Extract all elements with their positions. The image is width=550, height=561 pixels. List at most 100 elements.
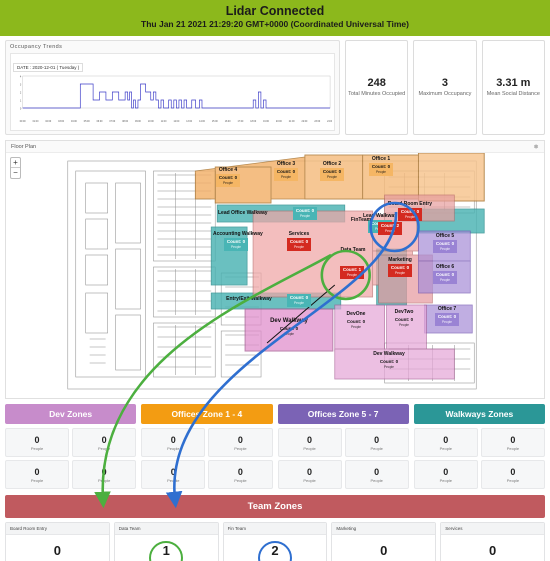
kpi-value: 3 [441, 77, 449, 89]
kpi-mean-social-distance: 3.31 m Mean Social Distance [481, 40, 545, 135]
svg-text:04:00: 04:00 [71, 120, 77, 123]
zone-group-offices-5-7: Offices Zone 5 - 7 0 People 0 People 0 P… [277, 404, 409, 489]
header-timestamp: Thu Jan 21 2021 21:29:20 GMT+0000 (Coord… [141, 19, 409, 29]
occupancy-chart: 0 1 2 3 4 [13, 74, 332, 112]
zone-group-title[interactable]: Walkways Zones [413, 404, 545, 424]
occupancy-chart-svg: 0 1 2 3 4 [20, 74, 331, 110]
zone-count-cell: 0 People [141, 460, 206, 489]
zone-group-title[interactable]: Offices Zone 5 - 7 [277, 404, 409, 424]
team-card-body: 0 People [441, 535, 544, 561]
team-card-body: 1 People [115, 535, 218, 561]
occupancy-trends-card: Occupancy Trends DATE : 2020-12-01 ( Tue… [5, 40, 340, 135]
svg-text:22:00: 22:00 [302, 120, 308, 123]
finteam-highlight-circle [369, 201, 420, 253]
team-zones-title: Team Zones [5, 495, 545, 518]
svg-text:02:00: 02:00 [45, 120, 51, 123]
zone-count-cell: 0 People [413, 460, 478, 489]
team-card-data-team: Data Team 1 People 3 minutes ago [113, 522, 219, 561]
zone-count-cell: 0 People [277, 460, 342, 489]
svg-text:08:00: 08:00 [122, 120, 128, 123]
zone-count-cell: 0 People [344, 460, 409, 489]
zone-group-walkways: Walkways Zones 0 People 0 People 0 Peopl… [413, 404, 545, 489]
chart-date-label: DATE : 2020-12-01 ( Tuesday ) [13, 63, 84, 72]
chart-x-axis: 00:00 01:00 02:00 03:00 04:00 05:00 06:00 07:00… [20, 120, 334, 123]
kpi-cards: 248 Total Minutes Occupied 3 Maximum Occ… [345, 40, 545, 135]
team-card-value: 0 [53, 543, 62, 558]
occupancy-trends-title: Occupancy Trends [10, 44, 63, 50]
page-title: Lidar Connected [225, 4, 325, 18]
floor-plan-header: Floor Plan [6, 141, 544, 153]
svg-text:00:00: 00:00 [20, 120, 26, 123]
svg-text:11:00: 11:00 [161, 120, 167, 123]
svg-text:16:00: 16:00 [225, 120, 231, 123]
svg-text:18:00: 18:00 [250, 120, 256, 123]
zone-group-cells: 0 People 0 People 0 People 0 People [277, 428, 409, 489]
zone-group-dev-zones: Dev Zones 0 People 0 People 0 People 0 P… [5, 404, 137, 489]
svg-text:20:00: 20:00 [276, 120, 282, 123]
zone-count-cell: 0 People [72, 460, 137, 489]
zone-count-cell: 0 People [344, 428, 409, 457]
zone-groups: Dev Zones 0 People 0 People 0 People 0 P… [0, 399, 550, 489]
svg-text:13:00: 13:00 [186, 120, 192, 123]
zone-count-cell: 0 People [141, 428, 206, 457]
zone-count-cell: 0 People [480, 460, 545, 489]
svg-text:01:00: 01:00 [33, 120, 39, 123]
svg-text:3: 3 [20, 82, 22, 86]
zone-group-cells: 0 People 0 People 0 People 0 People [5, 428, 137, 489]
zone-group-cells: 0 People 0 People 0 People 0 People [413, 428, 545, 489]
svg-text:17:00: 17:00 [238, 120, 244, 123]
zone-group-title[interactable]: Dev Zones [5, 404, 137, 424]
svg-text:2: 2 [20, 90, 22, 94]
team-card-fin-team: Fin Team 2 People 3 minutes ago [222, 522, 328, 561]
floor-plan-canvas[interactable]: + − Office 4 Count: 0 People Office 3 Co… [6, 153, 544, 398]
kpi-label: Total Minutes Occupied [348, 91, 406, 97]
team-card-services: Services 0 People 3 minutes ago [440, 522, 545, 561]
svg-text:15:00: 15:00 [212, 120, 218, 123]
team-card-body: 0 People [332, 535, 435, 561]
team-card-title: Data Team [114, 523, 218, 535]
zone-count-cell: 0 People [5, 460, 70, 489]
team-card-marketing: Marketing 0 People 3 minutes ago [331, 522, 437, 561]
occupancy-trends-chart-area: DATE : 2020-12-01 ( Tuesday ) 0 1 2 3 4 00:0… [10, 53, 335, 131]
svg-text:4: 4 [20, 74, 22, 78]
team-card-board-room-entry: Board Room Entry 0 People 3 minutes ago [5, 522, 110, 561]
svg-text:05:00: 05:00 [84, 120, 90, 123]
zone-count-cell: 0 People [277, 428, 342, 457]
zone-count-cell: 0 People [480, 428, 545, 457]
svg-text:1: 1 [20, 98, 22, 102]
zone-count-cell: 0 People [208, 460, 273, 489]
svg-text:07:00: 07:00 [109, 120, 115, 123]
zone-group-title[interactable]: Offices Zone 1 - 4 [141, 404, 273, 424]
team-zones-cards: Board Room Entry 0 People 3 minutes ago … [0, 518, 550, 561]
kpi-total-minutes-occupied: 248 Total Minutes Occupied [345, 40, 409, 135]
svg-text:03:00: 03:00 [58, 120, 64, 123]
team-card-value: 0 [380, 543, 388, 558]
lidar-dashboard: Lidar Connected Thu Jan 21 2021 21:29:20… [0, 0, 550, 561]
svg-text:10:00: 10:00 [148, 120, 154, 123]
kpi-label: Mean Social Distance [486, 91, 540, 97]
svg-text:09:00: 09:00 [135, 120, 141, 123]
svg-text:19:00: 19:00 [263, 120, 269, 123]
data-team-highlight-circle [320, 249, 371, 301]
floor-plan-panel: Floor Plan + − Office 4 Count: 0 People … [5, 140, 545, 399]
gear-icon[interactable] [532, 143, 539, 150]
kpi-value: 248 [367, 77, 386, 89]
zone-count-cell: 0 People [208, 428, 273, 457]
svg-text:23:00: 23:00 [314, 120, 320, 123]
team-card-body: 2 People [224, 535, 327, 561]
team-card-value: 0 [488, 543, 497, 558]
kpi-maximum-occupancy: 3 Maximum Occupancy [413, 40, 477, 135]
team-card-title: Marketing [332, 523, 436, 535]
team-card-title: Board Room Entry [6, 523, 109, 535]
svg-text:0: 0 [20, 106, 22, 110]
svg-text:14:00: 14:00 [199, 120, 205, 123]
svg-text:21:00: 21:00 [289, 120, 295, 123]
floor-plan-title: Floor Plan [11, 143, 37, 150]
svg-text:12:00: 12:00 [173, 120, 179, 123]
stats-row: Occupancy Trends DATE : 2020-12-01 ( Tue… [0, 36, 550, 138]
floor-plan-highlight-circles [320, 201, 420, 301]
svg-text:24:00: 24:00 [327, 120, 332, 123]
zone-count-cell: 0 People [72, 428, 137, 457]
kpi-label: Maximum Occupancy [418, 91, 472, 97]
team-card-title: Services [441, 523, 544, 535]
